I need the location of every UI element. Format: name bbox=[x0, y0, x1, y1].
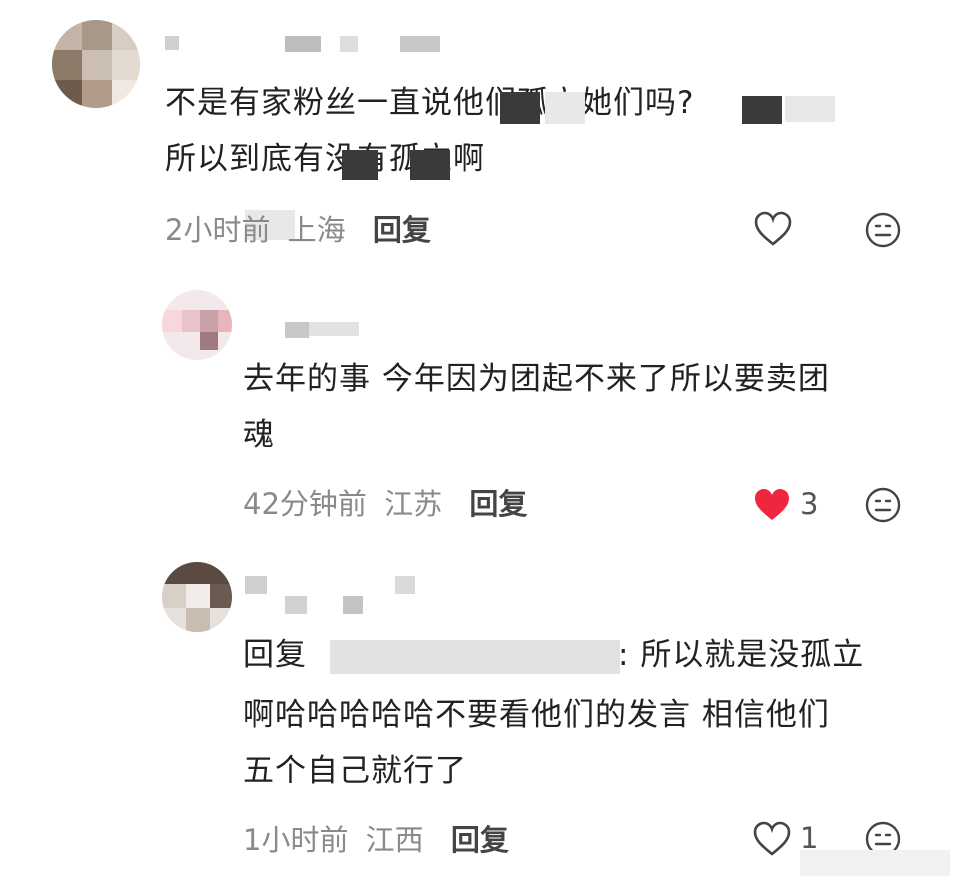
emoji-face-icon[interactable] bbox=[864, 211, 902, 253]
watermark bbox=[800, 850, 950, 876]
redaction bbox=[410, 150, 450, 180]
location: 上海 bbox=[287, 213, 346, 247]
like-count: 3 bbox=[800, 487, 819, 521]
reply-button[interactable]: 回复 bbox=[373, 213, 431, 247]
comment-text: 五个自己就行了 bbox=[243, 753, 467, 789]
avatar[interactable] bbox=[52, 20, 140, 108]
timestamp: 1小时前 bbox=[243, 823, 349, 857]
username-blurred[interactable] bbox=[245, 322, 365, 340]
comment-meta: 1小时前 江西 回复 bbox=[243, 820, 509, 860]
mention-redacted bbox=[330, 640, 620, 674]
comment-text: : 所以就是没孤立 bbox=[618, 637, 865, 673]
redaction bbox=[500, 92, 540, 124]
comment-meta: 42分钟前 江苏 回复 bbox=[243, 484, 527, 524]
redaction bbox=[342, 150, 378, 180]
comment-meta: 2小时前 上海 回复 bbox=[165, 210, 431, 250]
redaction bbox=[545, 92, 585, 124]
heart-outline-icon[interactable] bbox=[752, 820, 792, 862]
heart-outline-icon[interactable] bbox=[753, 210, 793, 252]
heart-filled-icon[interactable] bbox=[752, 486, 792, 528]
comment-text: 回复 bbox=[243, 628, 307, 682]
redaction bbox=[742, 96, 782, 124]
timestamp: 42分钟前 bbox=[243, 487, 367, 521]
comment-text: 魂 bbox=[243, 417, 275, 453]
comment-text: 不是有家粉丝一直说他们孤立她们吗? bbox=[165, 85, 695, 121]
username-blurred[interactable] bbox=[165, 36, 455, 54]
reply-prefix: 回复 bbox=[243, 637, 307, 673]
location: 江苏 bbox=[384, 487, 443, 521]
emoji-face-icon[interactable] bbox=[864, 486, 902, 528]
avatar[interactable] bbox=[162, 562, 232, 632]
comment-text: 啊哈哈哈哈哈不要看他们的发言 相信他们 bbox=[243, 697, 830, 733]
avatar[interactable] bbox=[162, 290, 232, 360]
redaction bbox=[785, 96, 835, 122]
username-blurred[interactable] bbox=[245, 576, 425, 616]
location: 江西 bbox=[365, 823, 424, 857]
timestamp: 2小时前 bbox=[165, 213, 271, 247]
comment-text: 去年的事 今年因为团起不来了所以要卖团 bbox=[243, 361, 830, 397]
reply-button[interactable]: 回复 bbox=[451, 823, 509, 857]
reply-button[interactable]: 回复 bbox=[469, 487, 527, 521]
